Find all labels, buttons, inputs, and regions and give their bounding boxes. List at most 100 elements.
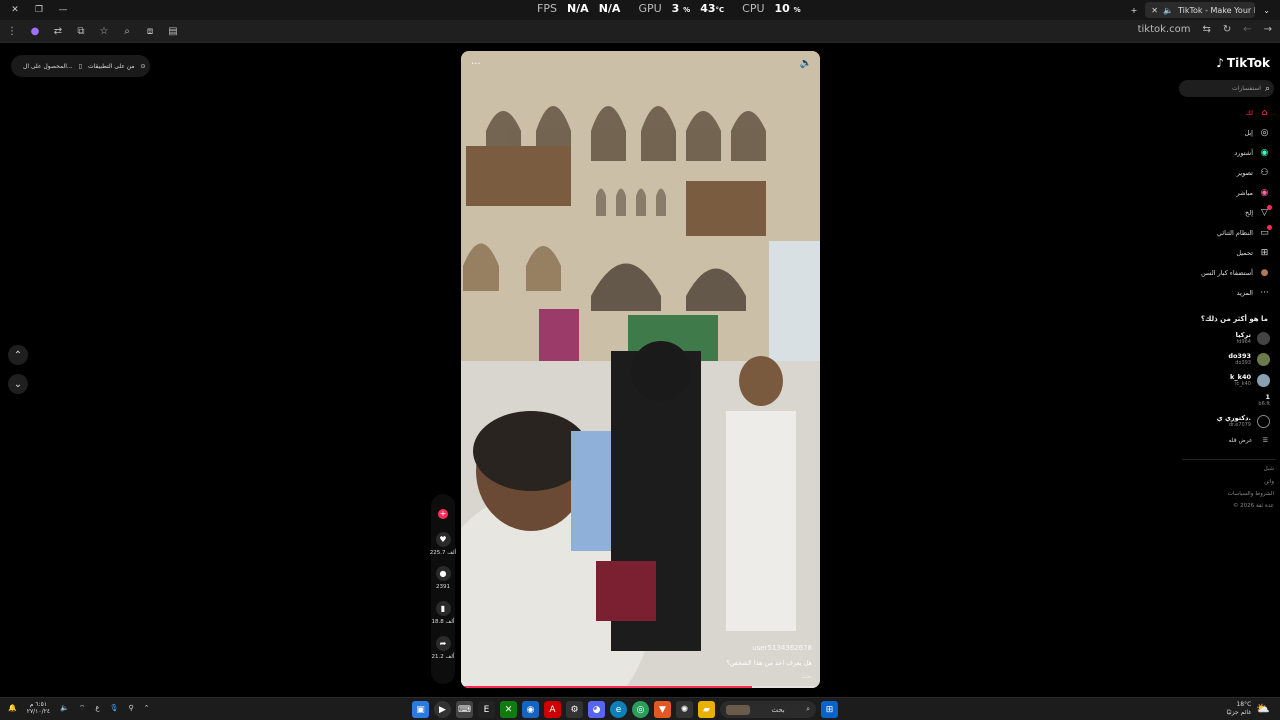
caption-more-link[interactable]: بحث [801,673,812,680]
star-icon[interactable]: ☆ [98,24,110,38]
restore-window-button[interactable]: ❐ [32,5,46,15]
footer-link[interactable]: الشروط والسياسات [1228,491,1274,497]
tab-list-button[interactable]: ⌄ [1263,6,1270,15]
tiktok-logo[interactable]: ♪ TikTok [1216,56,1270,70]
footer-link[interactable]: شبل [1264,466,1274,472]
steam-icon[interactable]: ◉ [522,701,539,718]
nav-item-profile[interactable]: أستضفاء كبار السن ● [1201,263,1270,283]
chrome-icon[interactable]: ◎ [632,701,649,718]
settings-app-icon[interactable]: ⚙ [566,701,583,718]
profile-icon[interactable]: ● [29,24,41,38]
nav-item-messages[interactable]: النظام الثنائي ▭ [1201,223,1272,243]
nav-item-live[interactable]: مباشر ◉ [1201,183,1270,203]
search-icon[interactable]: ⌕ [1265,84,1270,94]
search-input[interactable]: استفسارات ⌕ [1179,80,1274,97]
brave-icon[interactable]: ▼ [654,701,671,718]
see-more-link[interactable]: عرض قله ☰ [1228,437,1268,444]
follow-plus-icon[interactable]: + [438,509,448,519]
media-player-icon[interactable]: ▶ [434,701,451,718]
minimize-window-button[interactable]: — [56,5,70,15]
list-icon: ☰ [1262,437,1268,444]
terminal-icon[interactable]: ⌨ [456,701,473,718]
copilot-icon[interactable]: ✺ [676,701,693,718]
microphone-icon[interactable]: 🎙 [110,704,119,712]
nav-item-activity[interactable]: إلخ ▽ [1201,203,1272,223]
xbox-icon[interactable]: ✕ [500,701,517,718]
following-account[interactable]: k_k40 ic_k40 [1230,373,1270,387]
epic-games-icon[interactable]: E [478,701,495,718]
start-button-icon[interactable]: ⊞ [821,701,838,718]
save-button[interactable]: ▮ 18.8 ألف [431,601,455,625]
nav-label: إلخ [1245,209,1253,217]
following-account[interactable]: دكتوري ي. dr.e7079 [1217,414,1270,428]
clock[interactable]: ٦:٥١ م ٢٧/١٠/٢٤ [27,701,50,715]
fps-value-1: N/A [566,2,589,15]
following-account[interactable]: 1 b6.ft [1258,393,1270,407]
tray-overflow-icon[interactable]: ⌃ [144,704,150,712]
nav-item-for-you[interactable]: لك ⌂ [1201,103,1270,123]
chevron-down-icon: ⌄ [13,378,23,390]
share-button[interactable]: ➦ 21.2 ألف [431,636,455,660]
new-tab-button[interactable]: + [1131,6,1138,15]
chevron-up-icon: ⌃ [13,349,23,361]
photos-app-icon[interactable]: ▣ [412,701,429,718]
weather-widget[interactable]: 18°C غائم جزئيًا ⛅ [1226,701,1270,717]
nav-label: إبل [1244,129,1253,137]
reload-icon[interactable]: ↻ [1223,24,1231,35]
back-icon[interactable]: → [1264,24,1272,35]
zoom-icon[interactable]: ⌕ [121,24,133,38]
footer-link[interactable]: واتن [1264,479,1274,485]
following-account[interactable]: do393 do393 [1228,352,1270,366]
video-more-options-icon[interactable]: ··· [471,59,481,70]
previous-video-button[interactable]: ⌃ [8,345,28,365]
read-aloud-icon[interactable]: ▤ [167,24,179,38]
like-count: 225.7 ألف [429,550,457,556]
tab-title: TikTok - Make Your Day [1177,5,1255,15]
language-indicator[interactable]: ع [95,704,99,712]
notifications-icon[interactable]: 🔔 [8,704,17,712]
browser-tab-tiktok[interactable]: ✕ 🔈 TikTok - Make Your Day ♪ [1145,2,1256,18]
nav-item-friends[interactable]: تصوير ⚇ [1201,163,1270,183]
sidebar-divider [1182,459,1276,460]
nav-label: لك [1245,109,1253,117]
get-app-text[interactable]: المحصول على ال... [23,63,73,70]
account-name: تركيا [1235,331,1251,339]
like-button[interactable]: ♥ 225.7 ألف [429,532,457,556]
taskbar-search[interactable]: بحث ⌕ [720,701,816,718]
file-explorer-icon[interactable]: ▰ [698,701,715,718]
adobe-icon[interactable]: A [544,701,561,718]
windows-taskbar: 🔔 ٦:٥١ م ٢٧/١٠/٢٤ 🔈 ⌔ ع 🎙 ⚲ ⌃ ▣ ▶ ⌨ E ✕ ◉… [0,697,1280,720]
comment-icon: ● [435,566,451,581]
video-action-bar: ♥ 225.7 ألف ● 2391 ▮ 18.8 ألف ➦ 21.2 ألف [429,494,457,684]
nav-item-upload[interactable]: تحميل ⊞ [1201,243,1270,263]
extensions-icon[interactable]: ⇄ [52,24,64,38]
tab-close-icon[interactable]: ✕ [1151,6,1158,15]
video-progress-bar[interactable] [461,686,820,688]
video-player[interactable]: ··· 🔈 user5134362678 هل يعرف احد من هذا … [461,51,820,688]
forward-icon[interactable]: ← [1243,24,1251,35]
menu-icon[interactable]: ⋮ [6,24,18,38]
following-account[interactable]: تركيا fd964 [1236,331,1270,345]
volume-icon[interactable]: 🔈 [800,58,812,69]
video-author[interactable]: user5134362678 [752,644,812,652]
discord-icon[interactable]: ◕ [588,701,605,718]
weather-text: غائم جزئيًا [1226,709,1252,716]
screenshot-icon[interactable]: ⧈ [144,24,156,38]
next-video-button[interactable]: ⌄ [8,374,28,394]
edge-icon[interactable]: e [610,701,627,718]
nav-item-explore[interactable]: إبل ◎ [1201,123,1270,143]
close-window-button[interactable]: ✕ [8,5,22,15]
sidebar-nav: لك ⌂ إبل ◎ أشتورد ◉ تصوير ⚇ مباشر ◉ إلخ ▽ النظ… [1201,103,1272,303]
site-settings-icon[interactable]: ⇆ [1202,24,1210,35]
volume-tray-icon[interactable]: 🔈 [60,704,69,712]
nav-item-more[interactable]: المزيد ··· [1201,283,1270,303]
on-app-text[interactable]: من على التطبيقات [88,63,135,70]
usb-icon[interactable]: ⚲ [129,704,134,712]
comment-button[interactable]: ● 2391 [431,566,455,590]
get-app-banner[interactable]: المحصول على ال... ▯ من على التطبيقات ⊙ [11,55,150,77]
nav-item-following[interactable]: أشتورد ◉ [1201,143,1270,163]
account-name: دكتوري ي. [1216,414,1251,422]
network-icon[interactable]: ⌔ [79,704,86,713]
puzzle-icon[interactable]: ⧉ [75,24,87,38]
url-text[interactable]: tiktok.com [1138,24,1191,35]
